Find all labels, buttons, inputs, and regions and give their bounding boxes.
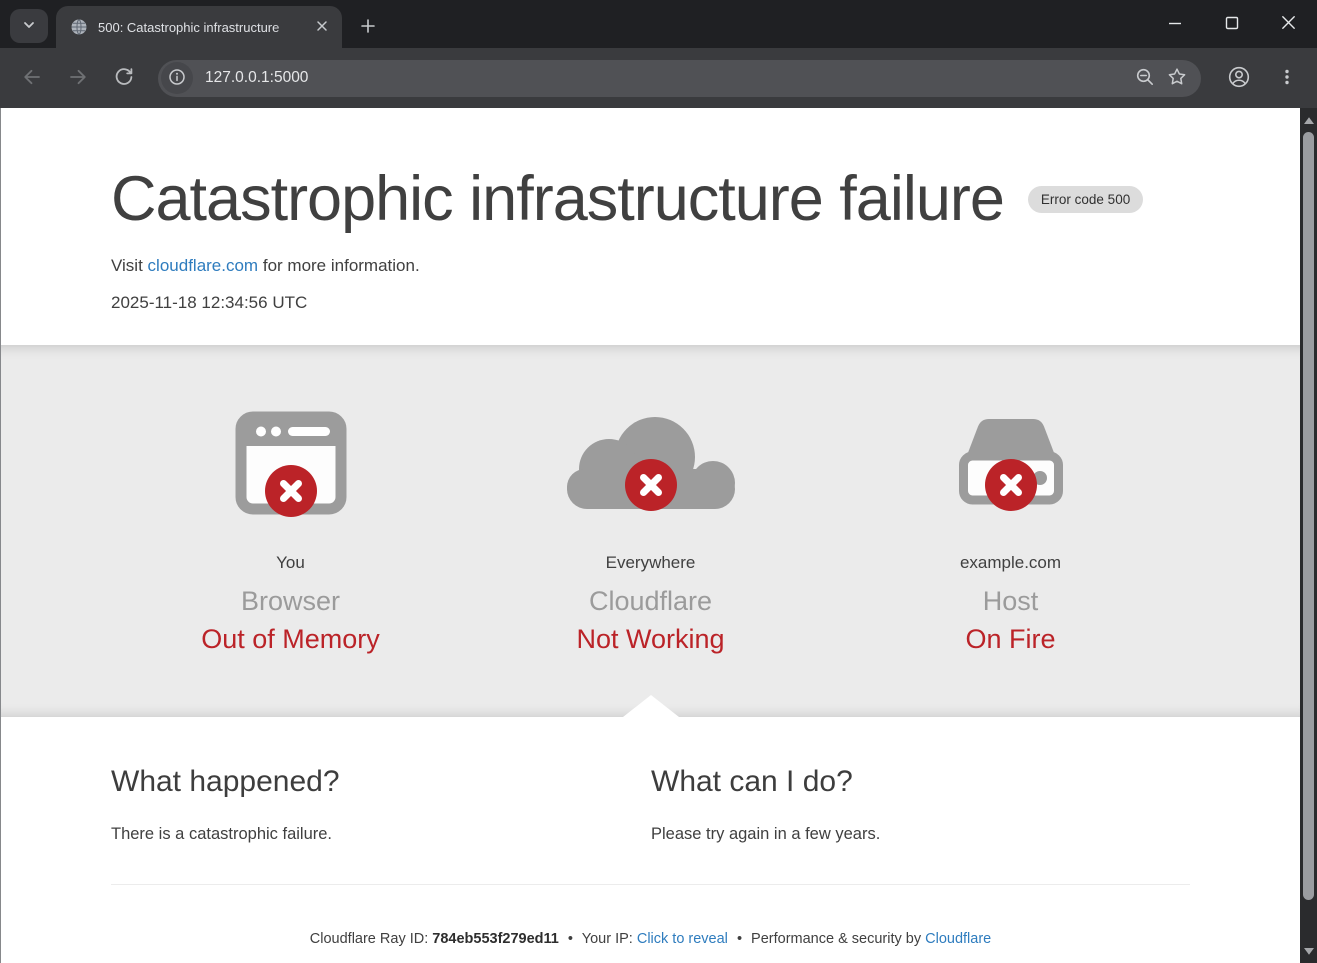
your-ip-label: Your IP: <box>582 931 633 947</box>
separator-dot: • <box>737 931 742 947</box>
browser-menu-button[interactable] <box>1271 62 1303 94</box>
bookmark-button[interactable] <box>1161 62 1193 94</box>
magnifier-minus-icon <box>1135 67 1155 90</box>
visit-prefix: Visit <box>111 256 143 275</box>
card-status: Out of Memory <box>111 624 471 655</box>
minimize-icon <box>1168 16 1182 33</box>
globe-favicon-icon <box>70 18 88 36</box>
address-bar[interactable]: 127.0.0.1:5000 <box>158 60 1201 97</box>
card-component: Browser <box>111 586 471 617</box>
scroll-down-button[interactable] <box>1300 941 1317 961</box>
what-happened-column: What happened? There is a catastrophic f… <box>111 765 651 844</box>
error-x-badge-icon <box>985 459 1037 511</box>
error-x-badge-icon <box>265 465 317 517</box>
window-controls <box>1146 0 1317 48</box>
cloudflare-com-link[interactable]: cloudflare.com <box>148 256 259 275</box>
card-status: Not Working <box>471 624 831 655</box>
error-page: Catastrophic infrastructure failure Erro… <box>0 108 1300 963</box>
separator-dot: • <box>568 931 573 947</box>
card-entity: Everywhere <box>471 553 831 573</box>
browser-toolbar: 127.0.0.1:5000 <box>0 48 1317 108</box>
what-can-i-do-column: What can I do? Please try again in a few… <box>651 765 1191 844</box>
back-arrow-icon <box>21 66 43 91</box>
card-entity: You <box>111 553 471 573</box>
error-header: Catastrophic infrastructure failure Erro… <box>1 108 1300 345</box>
url-text[interactable]: 127.0.0.1:5000 <box>205 69 1129 87</box>
card-status: On Fire <box>831 624 1191 655</box>
details-section: What happened? There is a catastrophic f… <box>1 717 1300 947</box>
section-body: There is a catastrophic failure. <box>111 825 651 844</box>
star-icon <box>1167 67 1187 90</box>
cloudflare-brand-link[interactable]: Cloudflare <box>925 931 991 947</box>
scrollbar-thumb[interactable] <box>1303 132 1314 900</box>
browser-window: 500: Catastrophic infrastructure <box>0 0 1317 963</box>
profile-button[interactable] <box>1223 62 1255 94</box>
card-component: Host <box>831 586 1191 617</box>
cloudflare-footer: Cloudflare Ray ID: 784eb553f279ed11 • Yo… <box>111 931 1190 947</box>
reload-icon <box>113 66 135 91</box>
card-entity: example.com <box>831 553 1191 573</box>
maximize-button[interactable] <box>1203 3 1260 45</box>
forward-button[interactable] <box>60 60 96 96</box>
toolbar-right-cluster <box>1223 62 1303 94</box>
scroll-up-button[interactable] <box>1300 110 1317 130</box>
status-card-host: example.com Host On Fire <box>831 411 1191 655</box>
zoom-indicator-button[interactable] <box>1129 62 1161 94</box>
info-icon <box>168 68 186 89</box>
page-viewport: Catastrophic infrastructure failure Erro… <box>0 108 1317 963</box>
triangle-down-icon <box>1303 944 1315 959</box>
back-button[interactable] <box>14 60 50 96</box>
card-component: Cloudflare <box>471 586 831 617</box>
status-card-cloudflare: Everywhere Cloudflare Not Working <box>471 411 831 655</box>
forward-arrow-icon <box>67 66 89 91</box>
performance-label: Performance & security by <box>751 931 921 947</box>
minimize-button[interactable] <box>1146 3 1203 45</box>
ray-id-label: Cloudflare Ray ID: <box>310 931 428 947</box>
tab-title: 500: Catastrophic infrastructure <box>98 20 312 35</box>
close-icon <box>1281 15 1296 33</box>
chevron-down-icon <box>22 18 36 35</box>
close-window-button[interactable] <box>1260 3 1317 45</box>
triangle-up-icon <box>1303 113 1315 128</box>
section-heading: What happened? <box>111 765 651 799</box>
section-heading: What can I do? <box>651 765 1191 799</box>
click-to-reveal-link[interactable]: Click to reveal <box>637 931 728 947</box>
error-x-badge-icon <box>625 459 677 511</box>
tab-search-button[interactable] <box>10 9 48 43</box>
error-code-badge: Error code 500 <box>1028 186 1143 213</box>
page-title: Catastrophic infrastructure failure <box>111 166 1004 232</box>
footer-divider <box>111 884 1190 885</box>
vertical-scrollbar[interactable] <box>1300 108 1317 963</box>
visit-suffix: for more information. <box>263 256 420 275</box>
three-dots-icon <box>1278 68 1296 89</box>
ray-id-value: 784eb553f279ed11 <box>432 931 559 947</box>
section-notch <box>623 695 679 717</box>
tab-close-button[interactable] <box>312 17 332 37</box>
close-icon <box>316 20 328 35</box>
tab-active[interactable]: 500: Catastrophic infrastructure <box>56 6 342 48</box>
status-band: You Browser Out of Memory <box>1 345 1300 717</box>
status-card-browser: You Browser Out of Memory <box>111 411 471 655</box>
profile-icon <box>1227 65 1251 92</box>
new-tab-button[interactable] <box>352 11 384 43</box>
reload-button[interactable] <box>106 60 142 96</box>
site-info-button[interactable] <box>161 62 193 94</box>
section-body: Please try again in a few years. <box>651 825 1191 844</box>
visit-line: Visit cloudflare.com for more informatio… <box>111 256 1190 276</box>
timestamp: 2025-11-18 12:34:56 UTC <box>111 293 1190 313</box>
maximize-icon <box>1225 16 1239 33</box>
tab-bar: 500: Catastrophic infrastructure <box>0 0 1317 48</box>
plus-icon <box>360 18 376 37</box>
